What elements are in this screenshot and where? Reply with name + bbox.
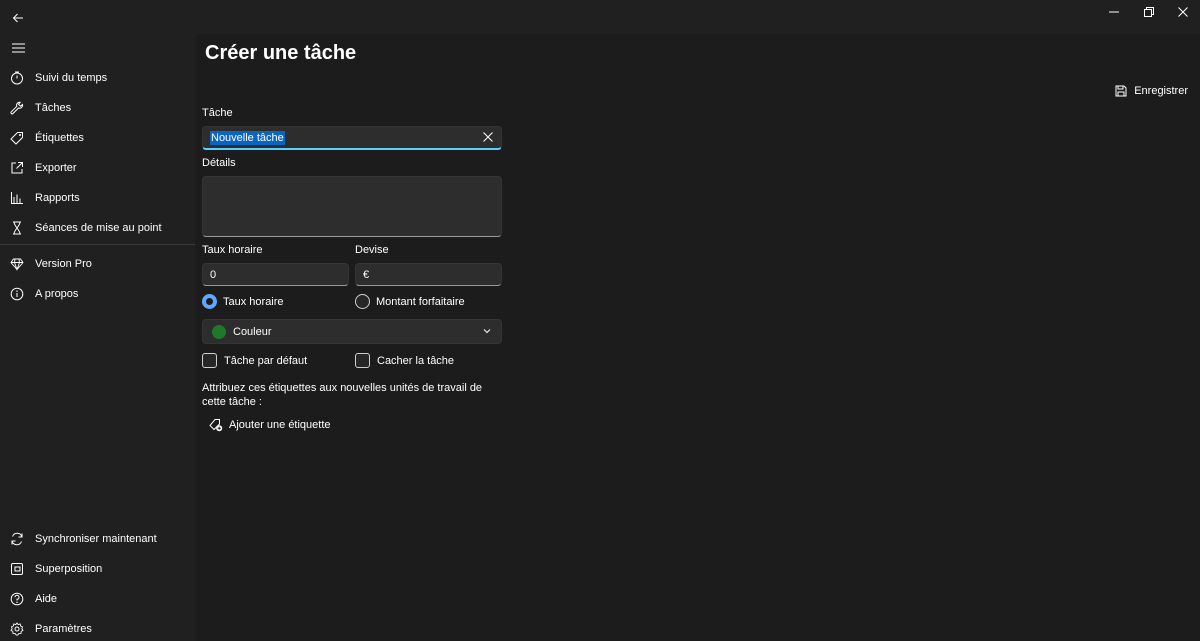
task-name-input[interactable]: Nouvelle tâche	[202, 126, 502, 150]
save-button[interactable]: Enregistrer	[1115, 82, 1188, 100]
currency-value: €	[363, 269, 370, 281]
add-tag-icon	[209, 419, 223, 432]
clear-input-button[interactable]	[483, 132, 495, 144]
color-swatch	[212, 324, 226, 339]
sidebar-item-label: Exporter	[35, 162, 77, 174]
color-label: Couleur	[233, 325, 272, 338]
restore-icon	[1144, 7, 1154, 17]
hourly-rate-label: Taux horaire	[202, 244, 263, 256]
hourglass-icon	[9, 220, 25, 236]
sidebar-item-label: Synchroniser maintenant	[35, 533, 157, 545]
overlay-icon	[9, 561, 25, 577]
sidebar-item-label: A propos	[35, 288, 79, 300]
sidebar-item-help[interactable]: Aide	[0, 584, 195, 614]
bar-chart-icon	[9, 190, 25, 206]
sidebar-item-label: Paramètres	[35, 623, 92, 635]
close-icon	[483, 132, 493, 142]
radio-hourly-rate[interactable]: Taux horaire	[202, 294, 284, 309]
sidebar-item-pro-version[interactable]: Version Pro	[0, 249, 195, 279]
add-tag-label: Ajouter une étiquette	[229, 419, 331, 431]
details-label: Détails	[202, 157, 236, 169]
sidebar-item-label: Étiquettes	[35, 132, 84, 144]
hamburger-menu-button[interactable]	[8, 38, 28, 58]
restore-button[interactable]	[1132, 0, 1166, 24]
sidebar-item-label: Aide	[35, 593, 58, 605]
radio-flat-amount[interactable]: Montant forfaitaire	[355, 294, 465, 309]
sync-icon	[9, 531, 25, 547]
checkbox-box	[202, 353, 217, 368]
add-tag-button[interactable]: Ajouter une étiquette	[209, 416, 331, 434]
task-label: Tâche	[202, 107, 233, 119]
checkbox-box	[355, 353, 370, 368]
timer-icon	[9, 70, 25, 86]
radio-indicator-checked	[202, 294, 217, 309]
sidebar-item-label: Tâches	[35, 102, 72, 114]
save-icon	[1115, 85, 1127, 97]
sidebar-item-label: Suivi du temps	[35, 72, 108, 84]
diamond-icon	[9, 256, 25, 272]
sidebar-item-reports[interactable]: Rapports	[0, 183, 195, 213]
radio-label: Taux horaire	[223, 295, 284, 308]
hamburger-icon	[11, 43, 25, 53]
sidebar-divider	[0, 244, 195, 245]
checkbox-label: Tâche par défaut	[224, 354, 308, 367]
sidebar-item-settings[interactable]: Paramètres	[0, 614, 195, 641]
hide-task-checkbox[interactable]: Cacher la tâche	[355, 353, 454, 368]
sidebar-item-about[interactable]: A propos	[0, 279, 195, 309]
tag-icon	[9, 130, 25, 146]
sidebar-item-export[interactable]: Exporter	[0, 153, 195, 183]
wrench-icon	[9, 100, 25, 116]
back-arrow-icon	[12, 13, 23, 23]
sidebar-item-focus-sessions[interactable]: Séances de mise au point	[0, 213, 195, 243]
hourly-rate-input[interactable]: 0	[202, 263, 349, 286]
checkbox-label: Cacher la tâche	[377, 354, 455, 367]
radio-indicator	[355, 294, 370, 309]
sidebar-item-label: Rapports	[35, 192, 80, 204]
help-icon	[9, 591, 25, 607]
export-icon	[9, 160, 25, 176]
back-button[interactable]	[8, 8, 28, 28]
save-button-label: Enregistrer	[1134, 85, 1188, 97]
navigation-sidebar: Suivi du temps Tâches Étiquettes Exporte…	[0, 0, 195, 641]
tags-description: Attribuez ces étiquettes aux nouvelles u…	[202, 382, 483, 408]
sidebar-item-time-tracking[interactable]: Suivi du temps	[0, 63, 195, 93]
close-icon	[1178, 7, 1188, 17]
default-task-checkbox[interactable]: Tâche par défaut	[202, 353, 307, 368]
sidebar-item-tags[interactable]: Étiquettes	[0, 123, 195, 153]
info-icon	[9, 286, 25, 302]
sidebar-item-overlay[interactable]: Superposition	[0, 554, 195, 584]
main-content: Créer une tâche Enregistrer Tâche Nouvel…	[195, 34, 1200, 641]
chevron-down-icon	[483, 329, 491, 334]
page-title: Créer une tâche	[205, 42, 357, 64]
hourly-rate-value: 0	[210, 269, 217, 281]
task-name-value: Nouvelle tâche	[210, 131, 285, 145]
details-textarea[interactable]	[202, 176, 502, 237]
sidebar-item-tasks[interactable]: Tâches	[0, 93, 195, 123]
sidebar-item-label: Superposition	[35, 563, 103, 575]
radio-label: Montant forfaitaire	[376, 295, 465, 308]
close-window-button[interactable]	[1166, 0, 1200, 24]
sidebar-item-sync[interactable]: Synchroniser maintenant	[0, 524, 195, 554]
sidebar-item-label: Version Pro	[35, 258, 92, 270]
currency-input[interactable]: €	[355, 263, 502, 286]
gear-icon	[9, 621, 25, 637]
sidebar-item-label: Séances de mise au point	[35, 222, 162, 234]
minimize-button[interactable]	[1097, 0, 1131, 24]
currency-label: Devise	[355, 244, 389, 256]
minimize-icon	[1109, 11, 1119, 13]
color-dropdown[interactable]: Couleur	[202, 319, 502, 344]
